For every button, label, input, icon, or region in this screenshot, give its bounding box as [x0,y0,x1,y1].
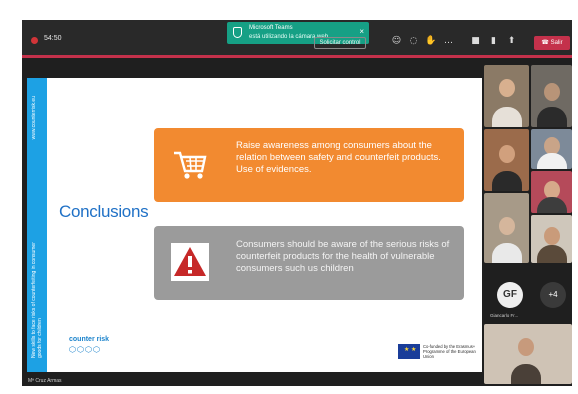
eu-cofunding-text: Co-funded by the Erasmus+ Programme of t… [423,344,476,359]
participant-face [544,83,560,101]
sidebar-url: www.counterrisk.eu [31,96,37,140]
participant-body [537,153,567,169]
people-icon[interactable]: ☺ [391,36,402,47]
participant-name: Giancarlo Fr... [490,313,519,318]
participant-tile[interactable] [531,65,572,127]
participant-body [537,107,567,127]
participant-face [499,79,515,97]
meeting-timer: 54:50 [44,35,62,42]
logo-text: counter risk [69,336,110,343]
participant-body [511,364,541,384]
raise-hand-icon[interactable]: ✋ [425,36,436,47]
leave-label: Salir [550,40,563,46]
sidebar-tagline: New skills to face risks of counterfeiti… [31,242,43,358]
participant-tile[interactable] [484,65,529,127]
teams-meeting-window: 54:50 Microsoft Teams está utilizando la… [22,20,572,386]
conclusion-text-awareness: Raise awareness among consumers about th… [236,140,441,175]
participant-tile[interactable] [531,171,572,213]
participant-tile[interactable] [531,215,572,263]
counterrisk-logo: counter risk ⬡⬡⬡⬡ [69,336,109,354]
slide-sidebar: www.counterrisk.eu New skills to face ri… [27,78,47,372]
warning-icon [171,243,209,281]
participant-face [499,145,515,163]
camera-icon[interactable]: ■ [470,36,481,47]
slide-title: Conclusions [59,202,149,221]
participant-avatar[interactable]: GF [497,282,523,308]
presenter-caption: Mª Cruz Armas [28,378,62,384]
more-icon[interactable]: … [443,36,454,47]
participant-tile[interactable] [484,193,529,263]
participant-face [499,217,515,235]
participant-body [537,197,567,213]
participant-tile[interactable] [531,129,572,169]
logo-hexagons-icon: ⬡⬡⬡⬡ [69,345,101,354]
participant-face [518,338,534,356]
participant-tile[interactable] [484,129,529,191]
participant-body [492,107,522,127]
shield-icon [233,27,242,38]
recording-indicator [31,37,38,44]
eu-flag-icon: ★ ★ [398,344,420,359]
participant-body [492,171,522,191]
meeting-toolbar: 54:50 Microsoft Teams está utilizando la… [22,20,572,58]
request-control-button[interactable]: Solicitar control [314,37,366,49]
participant-face [544,227,560,245]
shared-slide: www.counterrisk.eu New skills to face ri… [27,78,482,372]
self-view-tile[interactable] [484,324,572,384]
participant-body [492,243,522,263]
leave-button[interactable]: ☎ Salir [534,36,570,50]
close-icon[interactable]: × [359,27,364,36]
share-icon[interactable]: ⬆ [506,36,517,47]
conclusion-box-awareness: Raise awareness among consumers about th… [154,128,464,202]
notification-app: Microsoft Teams [249,25,293,31]
participant-body [537,245,567,263]
conclusion-box-risks: Consumers should be aware of the serious… [154,226,464,300]
shopping-cart-icon [174,151,207,179]
phone-icon: ☎ [541,40,549,46]
more-participants-button[interactable]: +4 [540,282,566,308]
chat-icon[interactable]: ◌ [408,36,419,47]
microphone-icon[interactable]: ▮ [488,36,499,47]
conclusion-text-risks: Consumers should be aware of the serious… [236,239,450,274]
